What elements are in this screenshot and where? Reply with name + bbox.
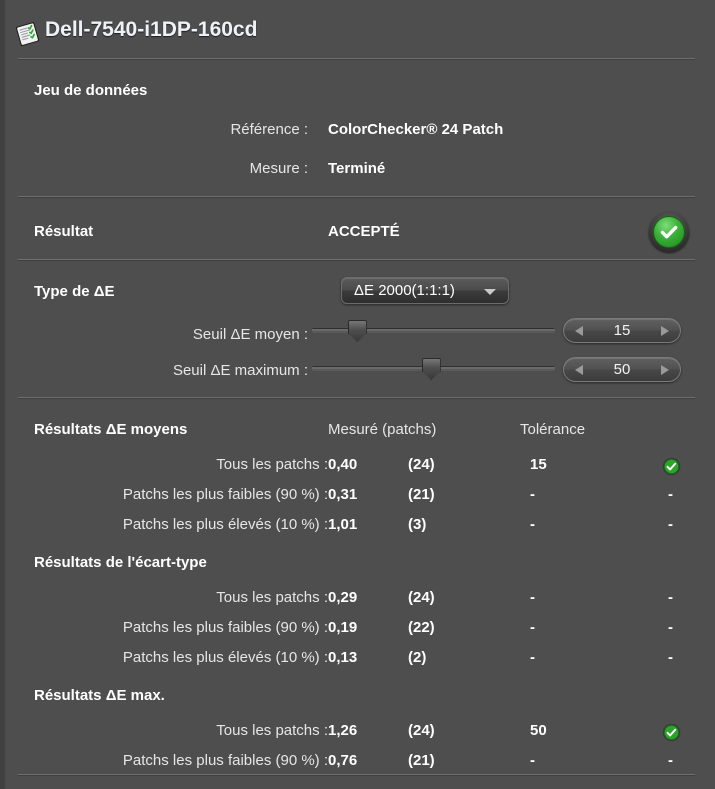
table-cell-tolerance: - <box>530 589 535 606</box>
table-cell-measured: 0,29 <box>328 589 358 606</box>
measure-label: Mesure : <box>249 160 308 177</box>
delta-e-type-value: ΔE 2000(1:1:1) <box>354 282 455 299</box>
table-cell-status: - <box>668 752 673 769</box>
column-header-measured: Mesuré (patchs) <box>328 421 437 438</box>
divider-after-result <box>18 259 695 261</box>
table-cell-patch-count: (2) <box>408 649 427 666</box>
divider-after-thresholds <box>18 397 695 399</box>
delta-e-type-select[interactable]: ΔE 2000(1:1:1) <box>341 277 509 304</box>
chevron-down-icon <box>484 289 496 295</box>
table-cell-patch-count: (24) <box>408 722 435 739</box>
table-cell-measured: 1,26 <box>328 722 358 739</box>
green-check-badge-icon <box>662 723 681 742</box>
max-threshold-label: Seuil ΔE maximum : <box>172 362 308 379</box>
delta-e-type-heading: Type de ΔE <box>34 283 115 300</box>
table-cell-patch-count: (24) <box>408 589 435 606</box>
max-threshold-stepper[interactable]: 50 <box>563 357 681 382</box>
dataset-heading: Jeu de données <box>34 82 148 99</box>
table-cell-tolerance: 50 <box>530 722 547 739</box>
result-value: ACCEPTÉ <box>328 223 400 240</box>
table-cell-measured: 0,13 <box>328 649 358 666</box>
mean-threshold-stepper[interactable]: 15 <box>563 318 681 343</box>
result-heading: Résultat <box>34 223 94 240</box>
results-section-heading: Résultats de l'écart-type <box>34 554 207 571</box>
colorimetry-report-panel: Dell-7540-i1DP-160cd Jeu de données Réfé… <box>0 0 715 789</box>
divider-after-dataset <box>18 196 695 198</box>
table-row-label: Patchs les plus faibles (90 %) : <box>122 619 328 636</box>
mean-threshold-value: 15 <box>613 322 631 339</box>
table-row-label: Tous les patchs : <box>216 589 328 606</box>
table-cell-patch-count: (24) <box>408 456 435 473</box>
table-cell-status: - <box>668 649 673 666</box>
mean-slider-handle[interactable] <box>347 320 367 342</box>
table-cell-tolerance: - <box>530 619 535 636</box>
results-section-heading: Résultats ΔE max. <box>34 687 165 704</box>
table-cell-measured: 1,01 <box>328 516 358 533</box>
table-cell-status: - <box>668 619 673 636</box>
table-cell-measured: 0,76 <box>328 752 358 769</box>
divider-after-title <box>18 58 695 60</box>
page-title: Dell-7540-i1DP-160cd <box>45 18 258 41</box>
table-cell-measured: 0,31 <box>328 486 358 503</box>
table-cell-tolerance: - <box>530 486 535 503</box>
green-check-badge-icon <box>662 457 681 476</box>
table-cell-tolerance: - <box>530 516 535 533</box>
green-check-badge-icon <box>649 212 689 252</box>
table-cell-patch-count: (21) <box>408 486 435 503</box>
measure-value: Terminé <box>328 160 386 177</box>
reference-label: Référence : <box>230 121 308 138</box>
report-document-icon <box>14 22 42 47</box>
table-cell-measured: 0,19 <box>328 619 358 636</box>
table-row-label: Patchs les plus élevés (10 %) : <box>122 649 328 666</box>
left-edge-strip <box>0 0 5 789</box>
table-cell-patch-count: (21) <box>408 752 435 769</box>
table-cell-status: - <box>668 486 673 503</box>
title-bar: Dell-7540-i1DP-160cd <box>0 0 715 56</box>
results-section-heading: Résultats ΔE moyens <box>34 421 188 438</box>
table-cell-patch-count: (22) <box>408 619 435 636</box>
triangle-left-icon[interactable] <box>575 365 583 375</box>
divider-bottom <box>18 774 695 776</box>
triangle-right-icon[interactable] <box>661 326 669 336</box>
table-row-label: Patchs les plus élevés (10 %) : <box>122 516 328 533</box>
table-cell-tolerance: 15 <box>530 456 547 473</box>
column-header-tolerance: Tolérance <box>520 421 586 438</box>
table-cell-patch-count: (3) <box>408 516 427 533</box>
table-cell-status: - <box>668 589 673 606</box>
triangle-left-icon[interactable] <box>575 326 583 336</box>
max-threshold-slider[interactable] <box>312 356 555 380</box>
table-row-label: Patchs les plus faibles (90 %) : <box>122 752 328 769</box>
table-row-label: Tous les patchs : <box>216 456 328 473</box>
table-row-label: Tous les patchs : <box>216 722 328 739</box>
reference-value: ColorChecker® 24 Patch <box>328 121 504 138</box>
table-row-label: Patchs les plus faibles (90 %) : <box>122 486 328 503</box>
triangle-right-icon[interactable] <box>661 365 669 375</box>
max-threshold-value: 50 <box>613 361 631 378</box>
table-cell-status: - <box>668 516 673 533</box>
table-cell-tolerance: - <box>530 649 535 666</box>
table-cell-measured: 0,40 <box>328 456 358 473</box>
max-slider-handle[interactable] <box>421 358 441 380</box>
mean-threshold-slider[interactable] <box>312 318 555 342</box>
mean-threshold-label: Seuil ΔE moyen : <box>192 326 308 343</box>
table-cell-tolerance: - <box>530 752 535 769</box>
